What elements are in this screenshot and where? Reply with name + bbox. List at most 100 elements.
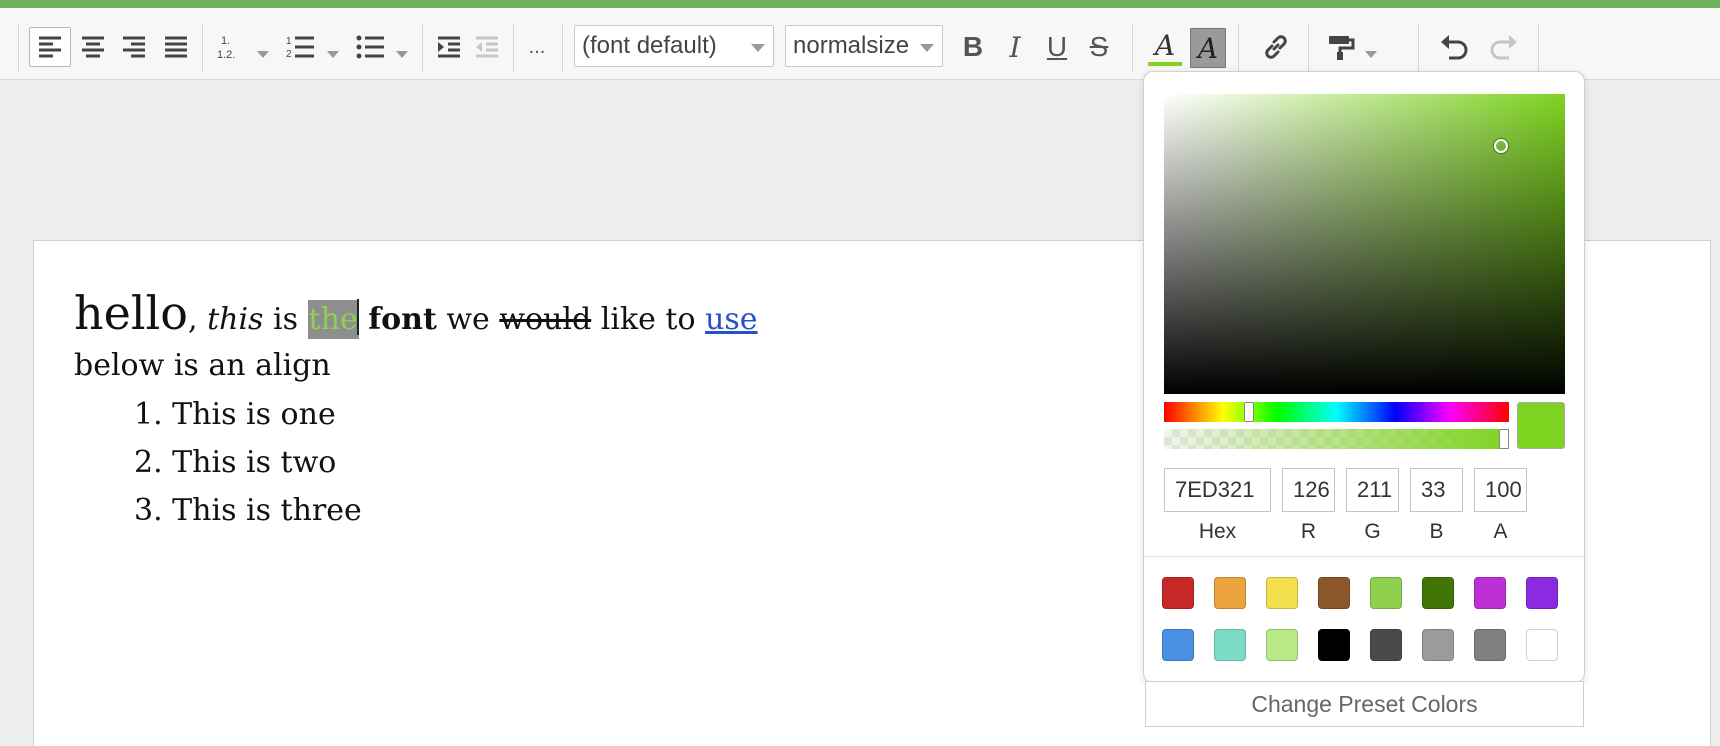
alpha-label: A	[1493, 520, 1508, 543]
numbered-list-button[interactable]: 12	[283, 27, 319, 67]
list-item: 1. This is one	[134, 397, 362, 445]
text-is: is	[272, 302, 298, 337]
change-preset-colors-button[interactable]: Change Preset Colors	[1145, 681, 1584, 727]
preset-color-swatch[interactable]	[1474, 577, 1506, 609]
top-accent-bar	[0, 0, 1720, 8]
font-family-value: (font default)	[582, 32, 717, 59]
svg-text:2: 2	[286, 49, 292, 60]
preset-color-swatch[interactable]	[1370, 577, 1402, 609]
undo-button[interactable]	[1436, 27, 1472, 67]
list-item-number: 2.	[134, 445, 163, 480]
red-input[interactable]: 126	[1282, 468, 1335, 512]
list-item-text: This is one	[172, 397, 336, 432]
underline-button[interactable]: U	[1040, 27, 1074, 67]
list-item: 3. This is three	[134, 493, 362, 541]
outdent-icon	[476, 36, 498, 58]
editor-toolbar: 1. 1.2. 12 ... (font default) normalsize …	[0, 8, 1720, 80]
indent-icon	[438, 36, 460, 58]
color-picker-popover: 7ED321 126 211 33 100 Hex R G B A	[1143, 71, 1585, 683]
preset-color-swatch[interactable]	[1526, 629, 1558, 661]
numbered-list-dropdown-caret[interactable]	[327, 51, 339, 58]
alpha-slider[interactable]	[1164, 429, 1509, 449]
chevron-down-icon	[751, 44, 765, 52]
preset-color-swatch[interactable]	[1422, 629, 1454, 661]
toolbar-separator	[202, 24, 203, 72]
highlight-color-button[interactable]: A	[1190, 28, 1226, 68]
outdent-button[interactable]	[470, 27, 504, 67]
font-family-select[interactable]: (font default)	[574, 25, 774, 67]
indent-button[interactable]	[432, 27, 466, 67]
toolbar-separator	[1418, 24, 1419, 72]
green-label: G	[1364, 520, 1381, 543]
text-like-to: like to	[600, 302, 696, 337]
text-would-strikethrough: would	[499, 302, 592, 337]
hue-slider[interactable]	[1164, 402, 1509, 422]
redo-button[interactable]	[1486, 27, 1522, 67]
text-cursor	[356, 299, 359, 335]
font-color-indicator	[1148, 62, 1182, 66]
bullet-list-dropdown-caret[interactable]	[396, 51, 408, 58]
preset-color-swatch[interactable]	[1214, 577, 1246, 609]
text-comma: ,	[187, 302, 198, 337]
preset-color-swatch[interactable]	[1162, 577, 1194, 609]
highlight-letter: A	[1197, 31, 1219, 65]
bold-button[interactable]: B	[956, 27, 990, 67]
font-color-letter: A	[1154, 29, 1176, 62]
preset-color-swatch[interactable]	[1474, 629, 1506, 661]
align-right-icon	[123, 36, 145, 58]
text-hello: hello	[74, 286, 188, 340]
saturation-value-area[interactable]	[1164, 94, 1565, 394]
align-right-button[interactable]	[113, 27, 155, 67]
text-align-sans: align	[255, 348, 331, 383]
preset-color-swatch[interactable]	[1318, 629, 1350, 661]
preset-color-swatch[interactable]	[1162, 629, 1194, 661]
align-left-button[interactable]	[29, 27, 71, 67]
align-center-button[interactable]	[72, 27, 114, 67]
toolbar-separator	[1308, 24, 1309, 72]
blue-input[interactable]: 33	[1410, 468, 1463, 512]
align-center-icon	[82, 36, 104, 58]
preset-color-swatch[interactable]	[1526, 577, 1558, 609]
preset-color-swatch[interactable]	[1214, 629, 1246, 661]
hue-slider-handle[interactable]	[1244, 402, 1254, 422]
blue-label: B	[1429, 520, 1444, 543]
bullet-list-button[interactable]	[353, 27, 389, 67]
preset-color-swatch[interactable]	[1370, 629, 1402, 661]
italic-button[interactable]: I	[998, 27, 1032, 67]
redo-icon	[1490, 35, 1517, 60]
preset-color-swatch[interactable]	[1422, 577, 1454, 609]
more-button[interactable]: ...	[520, 27, 554, 67]
nested-numbered-list-button[interactable]: 1. 1.2.	[212, 27, 246, 67]
svg-text:1: 1	[286, 36, 292, 47]
alpha-input[interactable]: 100	[1474, 468, 1527, 512]
link-button[interactable]	[1258, 27, 1294, 67]
link-icon	[1265, 35, 1287, 59]
toolbar-separator	[1132, 24, 1133, 72]
alpha-slider-handle[interactable]	[1499, 429, 1509, 449]
saturation-value-handle[interactable]	[1494, 139, 1508, 153]
format-painter-button[interactable]	[1323, 27, 1359, 67]
text-we: we	[446, 302, 490, 337]
strikethrough-button[interactable]: S	[1082, 27, 1116, 67]
list-item-number: 1.	[134, 397, 163, 432]
paragraph-line-2: below is an align	[74, 348, 331, 383]
selected-text: the	[307, 300, 359, 339]
toolbar-separator	[18, 24, 19, 72]
green-input[interactable]: 211	[1346, 468, 1399, 512]
preset-color-swatch[interactable]	[1318, 577, 1350, 609]
nested-list-dropdown-caret[interactable]	[257, 51, 269, 58]
link-use[interactable]: use	[705, 302, 757, 337]
hex-input[interactable]: 7ED321	[1164, 468, 1271, 512]
nested-numbered-list-icon: 1. 1.2.	[217, 35, 235, 61]
preset-color-swatch[interactable]	[1266, 629, 1298, 661]
align-justify-icon	[165, 36, 187, 58]
svg-text:1.2.: 1.2.	[217, 49, 235, 61]
toolbar-separator	[422, 24, 423, 72]
format-painter-dropdown-caret[interactable]	[1365, 51, 1377, 58]
align-justify-button[interactable]	[155, 27, 197, 67]
preset-color-swatch[interactable]	[1266, 577, 1298, 609]
font-color-button[interactable]: A	[1146, 28, 1184, 68]
picker-divider	[1144, 556, 1584, 557]
font-size-select[interactable]: normalsize	[785, 25, 943, 67]
font-size-value: normalsize	[793, 32, 910, 59]
